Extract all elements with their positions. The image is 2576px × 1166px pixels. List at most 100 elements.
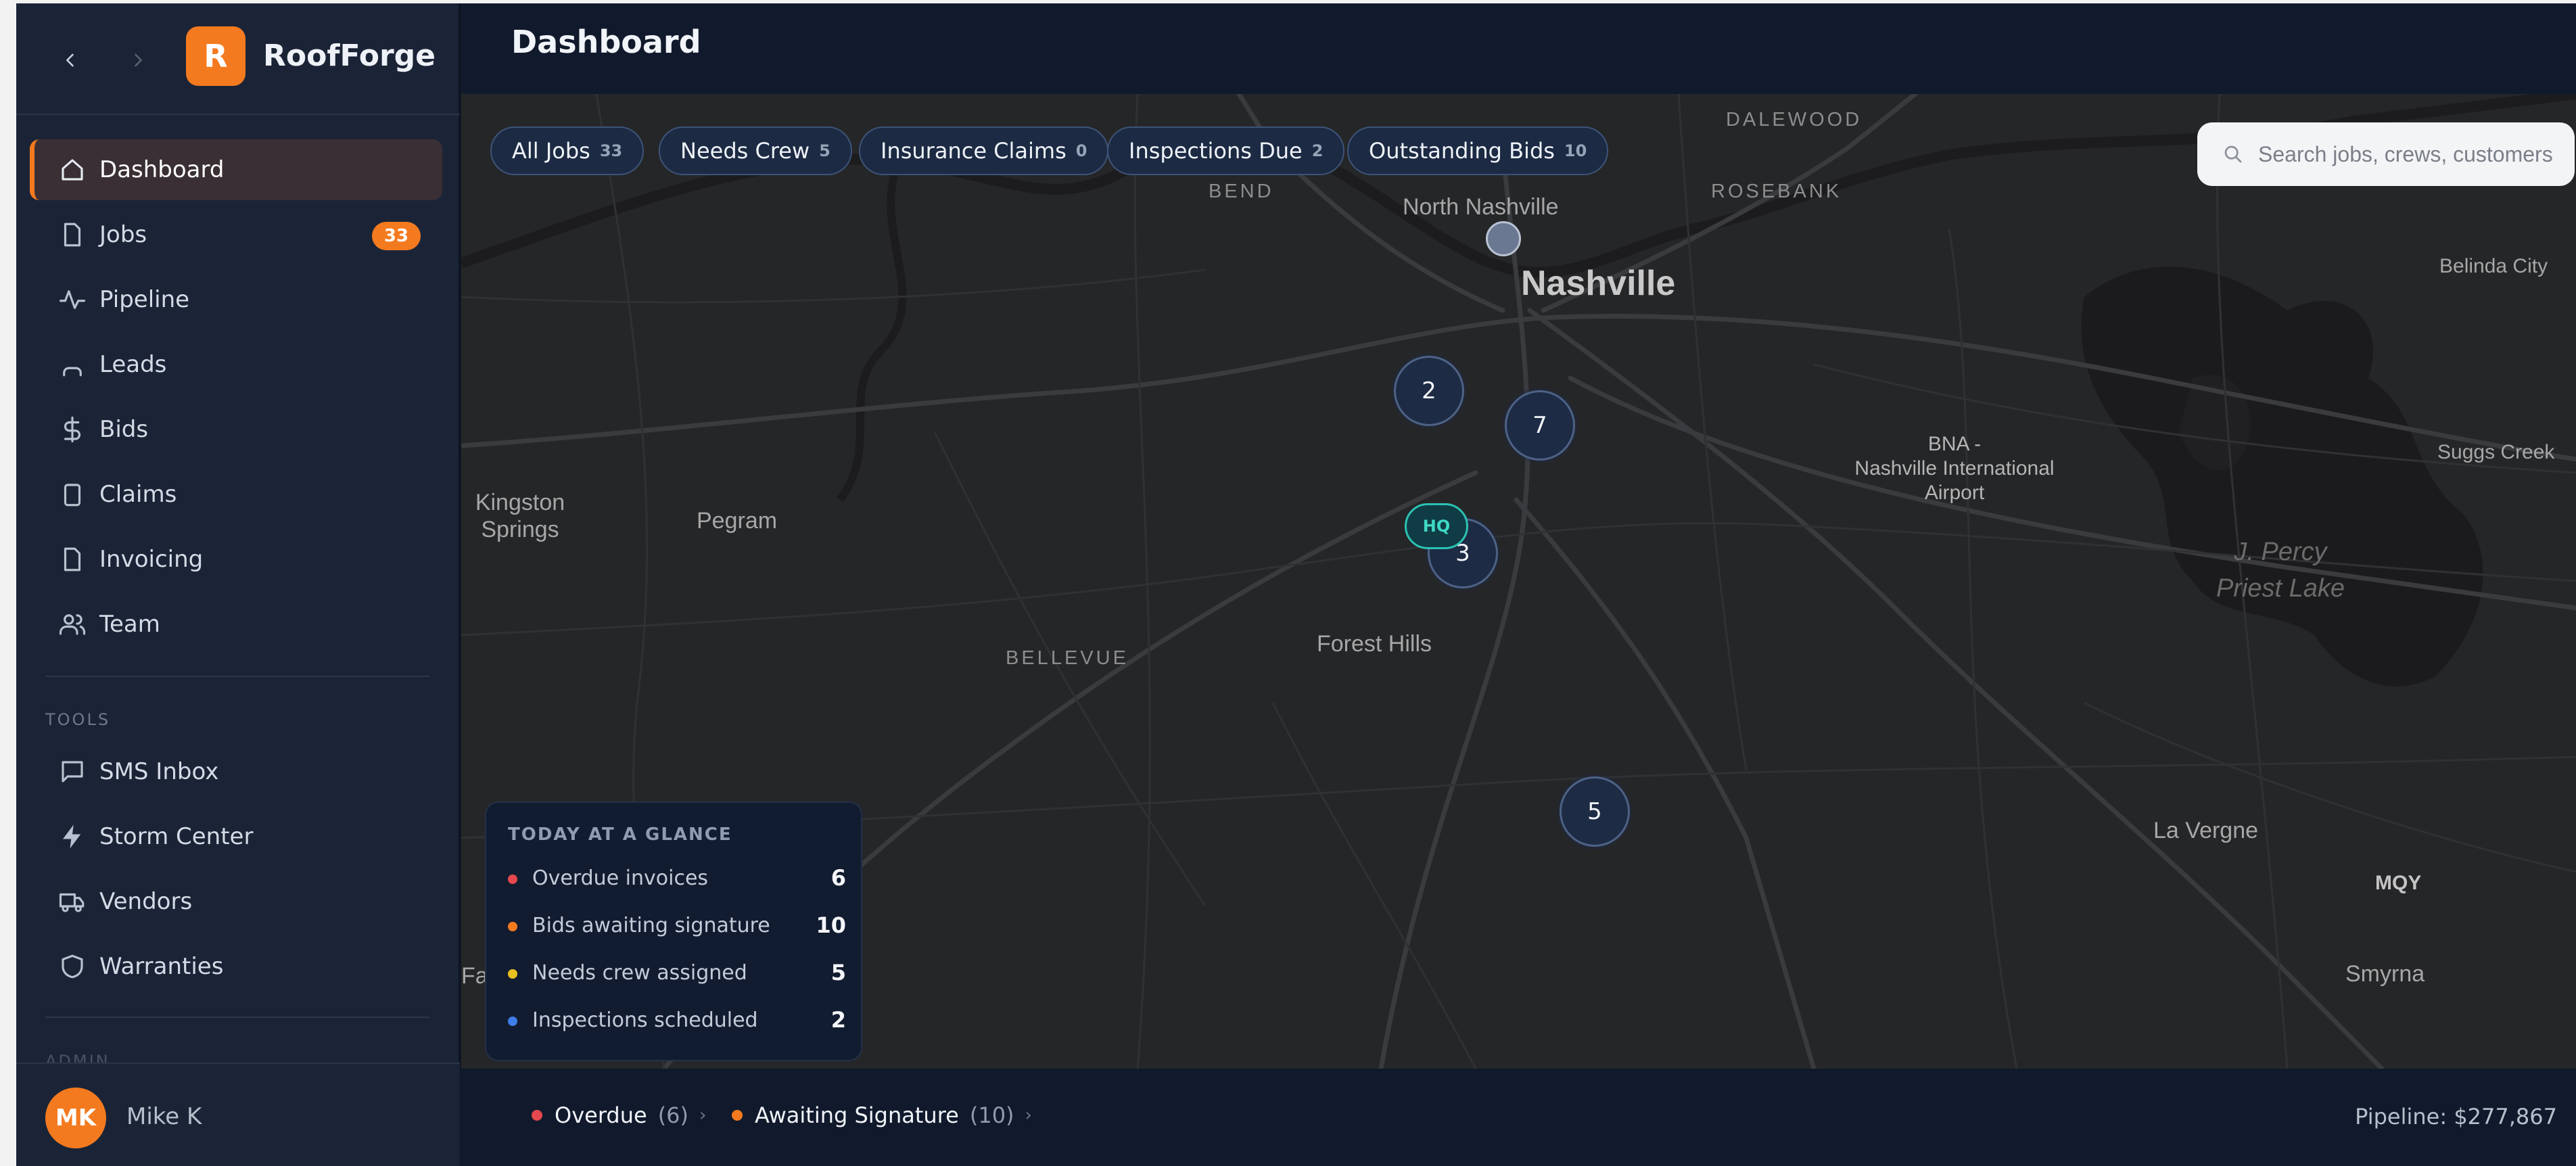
file-icon	[58, 220, 87, 249]
message-icon	[58, 757, 87, 786]
search-input[interactable]	[2258, 136, 2562, 172]
map-label-pegram: Pegram	[697, 508, 778, 534]
chip-count: 10	[1564, 141, 1587, 160]
sidebar-item-warranties[interactable]: Warranties	[30, 936, 442, 997]
glance-title: TODAY AT A GLANCE	[508, 824, 732, 845]
sidebar-item-vendors[interactable]: Vendors	[30, 871, 442, 932]
filter-chip-outstanding-bids[interactable]: Outstanding Bids 10	[1347, 126, 1609, 175]
status-dot	[508, 922, 517, 931]
admin-section-label: ADMIN	[45, 1052, 110, 1063]
map-view[interactable]: DALEWOOD ROSEBANK BEND North Nashville N…	[461, 94, 2576, 1069]
awaiting-signature-link[interactable]: Awaiting Signature (10) ›	[732, 1102, 1032, 1128]
sidebar-item-team[interactable]: Team	[30, 594, 442, 655]
sidebar-item-dashboard[interactable]: Dashboard	[30, 139, 442, 200]
map-label-la-vergne: La Vergne	[2153, 818, 2259, 843]
sidebar-item-label: Storm Center	[99, 823, 254, 850]
sidebar-item-label: Bids	[99, 416, 149, 443]
map-label-kingston-springs: Kingston Springs	[469, 489, 571, 543]
glance-label: Needs crew assigned	[532, 961, 747, 985]
sidebar-item-jobs[interactable]: Jobs 33	[30, 204, 442, 265]
forward-arrow-icon[interactable]	[124, 43, 151, 78]
map-label-nashville: Nashville	[1521, 264, 1676, 303]
filter-chip-needs-crew[interactable]: Needs Crew 5	[659, 126, 852, 175]
map-label-forest-hills: Forest Hills	[1317, 631, 1432, 657]
invoice-icon	[58, 545, 87, 574]
bottom-status-bar: Overdue (6) › Awaiting Signature (10) › …	[461, 1069, 2576, 1166]
user-name: Mike K	[126, 1103, 202, 1130]
dollar-icon	[58, 415, 87, 444]
chevron-right-icon: ›	[699, 1105, 707, 1125]
map-label-bna-line-3: Airport	[1924, 482, 1985, 504]
overdue-filter-link[interactable]: Overdue (6) ›	[532, 1102, 706, 1128]
sidebar-item-storm-center[interactable]: Storm Center	[30, 806, 442, 867]
brand-row: R RoofForge	[16, 3, 460, 115]
avatar: MK	[45, 1088, 106, 1148]
sidebar-item-label: Dashboard	[99, 156, 225, 183]
glance-row-needs-crew[interactable]: Needs crew assigned 5	[508, 957, 846, 991]
glance-value: 5	[830, 960, 846, 985]
status-dot	[532, 1110, 542, 1121]
divider	[45, 676, 429, 677]
filter-chip-inspections-due[interactable]: Inspections Due 2	[1107, 126, 1345, 175]
search-box[interactable]	[2197, 122, 2575, 186]
sidebar-item-label: Jobs	[99, 221, 147, 248]
chip-count: 0	[1075, 141, 1087, 160]
leads-icon	[58, 350, 87, 379]
chevron-right-icon: ›	[1025, 1105, 1032, 1125]
map-label-fa: Fa	[461, 963, 488, 989]
map-label-bellevue: BELLEVUE	[1006, 647, 1129, 669]
sidebar-item-label: Warranties	[99, 953, 224, 980]
chip-count: 5	[819, 141, 830, 160]
user-profile[interactable]: MK Mike K	[16, 1063, 460, 1166]
glance-value: 6	[830, 865, 846, 891]
sidebar-item-invoicing[interactable]: Invoicing	[30, 529, 442, 590]
map-label-kingston-line-1: Kingston	[475, 490, 565, 515]
app-window: R RoofForge Dashboard Jobs 33 Pipeline L…	[16, 3, 2576, 1166]
today-at-a-glance-panel: TODAY AT A GLANCE Overdue invoices 6 Bid…	[485, 801, 862, 1061]
map-label-smyrna: Smyrna	[2345, 961, 2425, 987]
tools-section-label: TOOLS	[45, 710, 111, 729]
chip-label: Needs Crew	[680, 138, 810, 164]
glance-row-bids-awaiting[interactable]: Bids awaiting signature 10	[508, 910, 846, 943]
map-cluster-marker[interactable]: 2	[1394, 356, 1464, 426]
chip-count: 33	[599, 141, 623, 160]
logo-icon: R	[186, 26, 245, 86]
chip-label: Insurance Claims	[881, 138, 1067, 164]
hq-marker[interactable]: HQ	[1405, 503, 1468, 549]
filter-chip-insurance-claims[interactable]: Insurance Claims 0	[859, 126, 1109, 175]
map-cluster-marker[interactable]: 5	[1560, 776, 1630, 847]
sidebar-item-label: Team	[99, 611, 160, 638]
map-label-bna-line-1: BNA -	[1927, 433, 1982, 455]
sidebar: R RoofForge Dashboard Jobs 33 Pipeline L…	[16, 3, 460, 1166]
sidebar-item-sms-inbox[interactable]: SMS Inbox	[30, 741, 442, 802]
status-dot	[732, 1110, 743, 1121]
chip-label: Outstanding Bids	[1369, 138, 1555, 164]
jobs-count-badge: 33	[372, 222, 421, 250]
map-label-percy-priest-lake: J. Percy Priest Lake	[2206, 534, 2355, 607]
chip-label: All Jobs	[512, 138, 590, 164]
sidebar-item-leads[interactable]: Leads	[30, 334, 442, 395]
back-arrow-icon[interactable]	[57, 43, 84, 78]
pipeline-total: Pipeline: $277,867	[2355, 1104, 2557, 1129]
overdue-count: (6)	[657, 1102, 689, 1128]
map-pin[interactable]	[1486, 221, 1521, 256]
sidebar-item-pipeline[interactable]: Pipeline	[30, 269, 442, 330]
glance-row-inspections[interactable]: Inspections scheduled 2	[508, 1004, 846, 1038]
map-label-north-nashville: North Nashville	[1403, 194, 1559, 220]
status-dot	[508, 875, 517, 884]
sidebar-item-label: Invoicing	[99, 546, 204, 573]
overdue-label: Overdue	[555, 1102, 647, 1128]
glance-row-overdue-invoices[interactable]: Overdue invoices 6	[508, 862, 846, 896]
filter-chip-all-jobs[interactable]: All Jobs 33	[490, 126, 645, 175]
sidebar-item-label: Pipeline	[99, 286, 190, 313]
sidebar-item-label: Leads	[99, 351, 167, 378]
sidebar-item-label: Vendors	[99, 888, 193, 915]
sidebar-item-bids[interactable]: Bids	[30, 399, 442, 460]
map-cluster-marker[interactable]: 7	[1505, 390, 1575, 461]
status-dot	[508, 969, 517, 979]
glance-label: Inspections scheduled	[532, 1008, 758, 1032]
topbar: Dashboard	[461, 3, 2576, 94]
sidebar-item-claims[interactable]: Claims	[30, 464, 442, 525]
truck-icon	[58, 887, 87, 916]
glance-label: Overdue invoices	[532, 866, 709, 890]
